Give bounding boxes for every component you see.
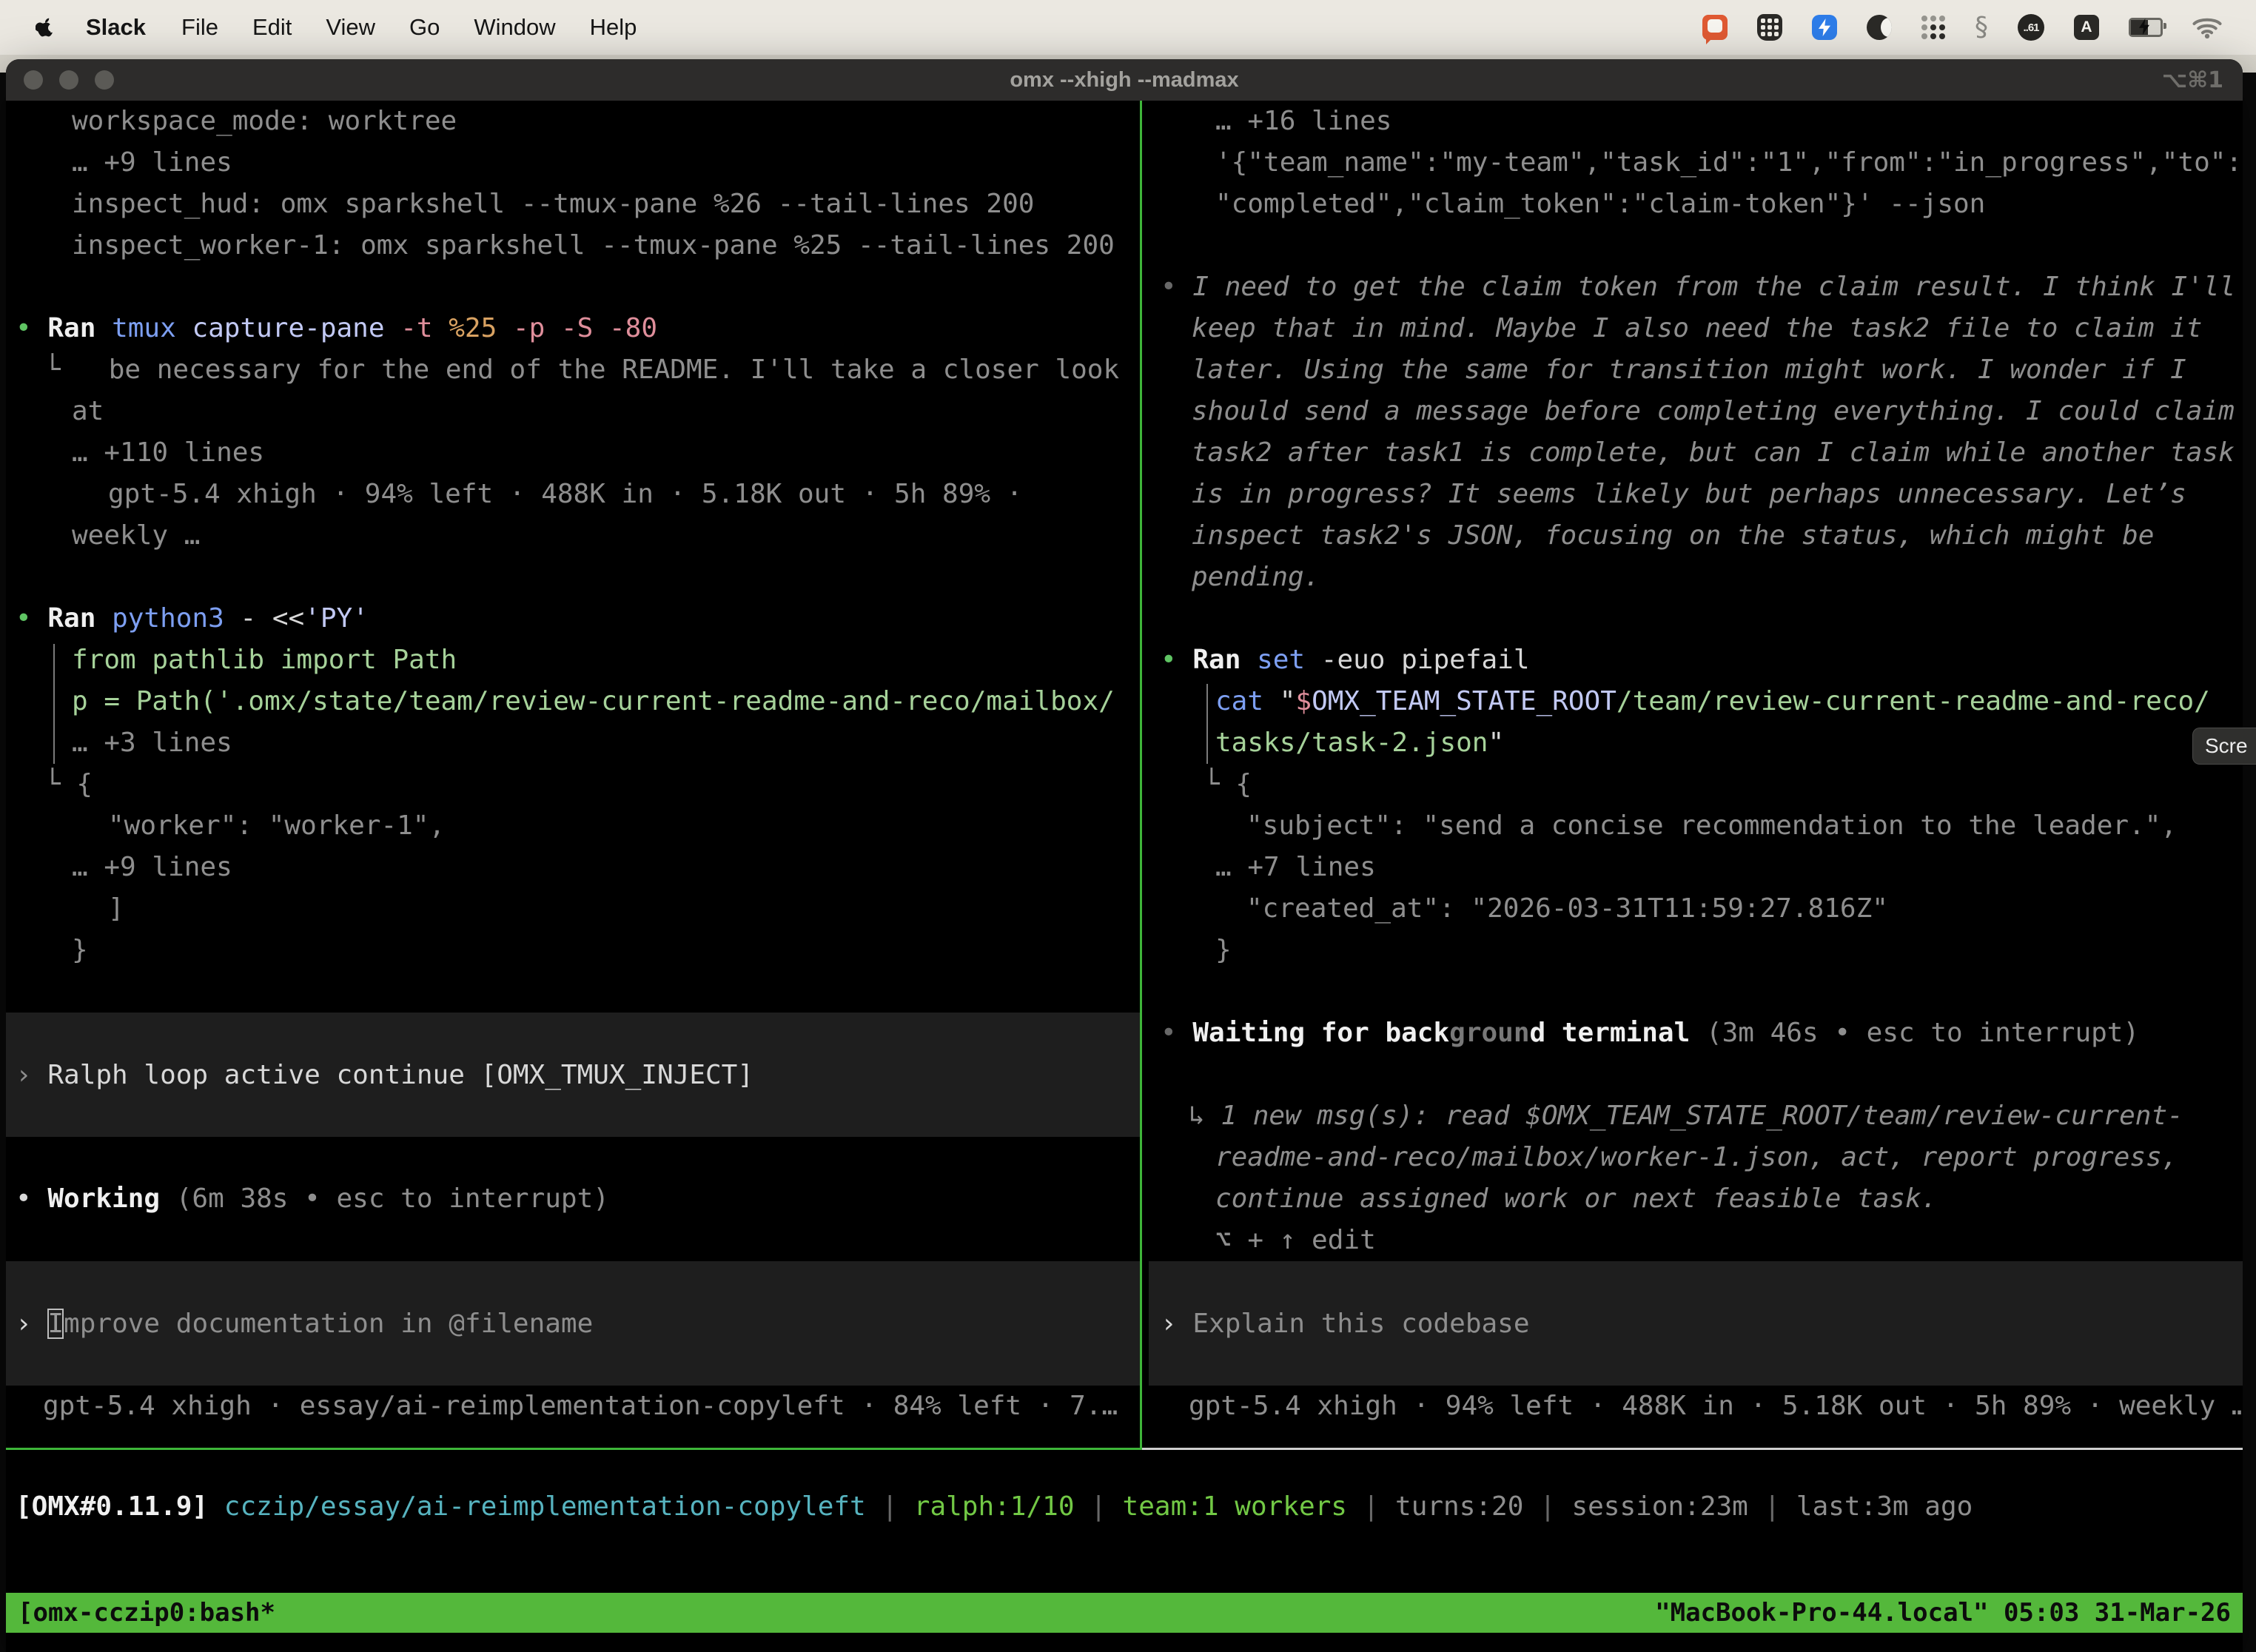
terminal-line: └ { xyxy=(6,764,1140,805)
terminal-line: tasks/task-2.json" xyxy=(1149,722,2243,764)
terminal-line: "worker": "worker-1", xyxy=(6,805,1140,847)
prompt-input-left[interactable]: › Improve documentation in @filename xyxy=(6,1261,1140,1386)
terminal-line xyxy=(6,557,1140,598)
terminal-line xyxy=(6,266,1140,308)
terminal-line: is in progress? It seems likely but perh… xyxy=(1149,474,2243,515)
chat-app-icon[interactable] xyxy=(1702,15,1728,40)
terminal-line: └ be necessary for the end of the README… xyxy=(6,349,1140,391)
wifi-icon[interactable] xyxy=(2192,16,2222,38)
terminal-line xyxy=(1149,598,2243,639)
terminal-line: cat "$OMX_TEAM_STATE_ROOT/team/review-cu… xyxy=(1149,681,2243,722)
waiting-status: • Waiting for background terminal (3m 46… xyxy=(1149,1013,2243,1054)
working-status: • Working (6m 38s • esc to interrupt) xyxy=(6,1178,1140,1220)
percent-badge-icon[interactable]: ..61 xyxy=(2018,14,2044,41)
terminal-line: • I need to get the claim token from the… xyxy=(1149,266,2243,308)
terminal-line xyxy=(6,971,1140,1013)
tmux-host-clock-label: "MacBook-Pro-44.local" 05:03 31-Mar-26 xyxy=(1655,1593,2231,1633)
terminal-line xyxy=(1149,225,2243,266)
terminal-line: gpt-5.4 xhigh · 94% left · 488K in · 5.1… xyxy=(6,474,1140,515)
terminal-line: "subject": "send a concise recommendatio… xyxy=(1149,805,2243,847)
omx-status-line: [OMX#0.11.9] cczip/essay/ai-reimplementa… xyxy=(6,1486,2243,1528)
menu-item-window[interactable]: Window xyxy=(474,14,555,41)
terminal-line: … +110 lines xyxy=(6,432,1140,474)
output-connector-line xyxy=(53,644,55,764)
terminal-line: workspace_mode: worktree xyxy=(6,101,1140,142)
terminal-line: inspect_hud: omx sparkshell --tmux-pane … xyxy=(6,184,1140,225)
omx-session-status: [OMX#0.11.9] cczip/essay/ai-reimplementa… xyxy=(6,1486,2243,1528)
terminal-line xyxy=(1149,971,2243,1013)
terminal-line: task2 after task1 is complete, but can I… xyxy=(1149,432,2243,474)
pane-bottom-border-active xyxy=(6,1448,1140,1450)
bolt-badge-icon[interactable] xyxy=(1812,15,1837,40)
menu-items: File Edit View Go Window Help xyxy=(181,14,637,41)
menu-bar: Slack File Edit View Go Window Help § ..61 A xyxy=(0,0,2256,55)
active-app-name[interactable]: Slack xyxy=(86,14,146,41)
menu-item-help[interactable]: Help xyxy=(590,14,637,41)
menu-item-file[interactable]: File xyxy=(181,14,218,41)
window-title: omx --xhigh --madmax xyxy=(6,68,2243,93)
terminal-line: inspect_worker-1: omx sparkshell --tmux-… xyxy=(6,225,1140,266)
terminal-line: later. Using the same for transition mig… xyxy=(1149,349,2243,391)
terminal-content[interactable]: workspace_mode: worktree… +9 linesinspec… xyxy=(6,101,2243,1652)
terminal-line: } xyxy=(1149,930,2243,971)
terminal-line: "created_at": "2026-03-31T11:59:27.816Z" xyxy=(1149,888,2243,930)
terminal-line: from pathlib import Path xyxy=(6,639,1140,681)
terminal-line xyxy=(1149,1054,2243,1095)
window-shortcut-badge: ⌥⌘1 xyxy=(2162,67,2223,93)
terminal-line: pending. xyxy=(1149,557,2243,598)
model-status-left: gpt-5.4 xhigh · essay/ai-reimplementatio… xyxy=(6,1386,1140,1427)
terminal-line: inspect task2's JSON, focusing on the st… xyxy=(1149,515,2243,557)
menu-item-edit[interactable]: Edit xyxy=(252,14,292,41)
pane-bottom-border-inactive xyxy=(1142,1448,2243,1450)
keypad-shield-icon[interactable] xyxy=(1757,14,1782,41)
terminal-line: ↳ 1 new msg(s): read $OMX_TEAM_STATE_ROO… xyxy=(1149,1095,2243,1137)
input-source-icon[interactable]: A xyxy=(2074,15,2099,40)
terminal-line: continue assigned work or next feasible … xyxy=(1149,1178,2243,1220)
apple-menu-icon[interactable] xyxy=(36,16,55,38)
ralph-loop-banner: › Ralph loop active continue [OMX_TMUX_I… xyxy=(6,1013,1140,1137)
terminal-line: } xyxy=(6,930,1140,971)
terminal-line: … +9 lines xyxy=(6,847,1140,888)
terminal-window: omx --xhigh --madmax ⌥⌘1 workspace_mode:… xyxy=(6,59,2243,1652)
menu-bar-status-icons: § ..61 A xyxy=(1702,14,2222,41)
screen-tooltip: Scre xyxy=(2192,728,2256,765)
dots-grid-icon[interactable] xyxy=(1921,16,1945,39)
terminal-line: p = Path('.omx/state/team/review-current… xyxy=(6,681,1140,722)
moon-circle-icon[interactable] xyxy=(1867,15,1892,40)
tmux-status-bar: [omx-cczip0:bash* "MacBook-Pro-44.local"… xyxy=(6,1593,2243,1633)
tmux-session-label: [omx-cczip0:bash* xyxy=(18,1593,275,1633)
terminal-line: keep that in mind. Maybe I also need the… xyxy=(1149,308,2243,349)
prompt-input-right[interactable]: › Explain this codebase xyxy=(1149,1261,2243,1386)
terminal-line: ] xyxy=(6,888,1140,930)
terminal-line: • Ran python3 - <<'PY' xyxy=(6,598,1140,639)
terminal-line: … +7 lines xyxy=(1149,847,2243,888)
menu-item-view[interactable]: View xyxy=(326,14,375,41)
window-title-bar[interactable]: omx --xhigh --madmax ⌥⌘1 xyxy=(6,59,2243,101)
tmux-pane-left[interactable]: workspace_mode: worktree… +9 linesinspec… xyxy=(6,101,1140,1448)
terminal-line xyxy=(6,1220,1140,1261)
terminal-line: "completed","claim_token":"claim-token"}… xyxy=(1149,184,2243,225)
terminal-line: '{"team_name":"my-team","task_id":"1","f… xyxy=(1149,142,2243,184)
terminal-line: readme-and-reco/mailbox/worker-1.json, a… xyxy=(1149,1137,2243,1178)
terminal-line xyxy=(6,1137,1140,1178)
tmux-pane-right[interactable]: … +16 lines'{"team_name":"my-team","task… xyxy=(1149,101,2243,1448)
terminal-line: weekly … xyxy=(6,515,1140,557)
terminal-line: … +9 lines xyxy=(6,142,1140,184)
menu-item-go[interactable]: Go xyxy=(409,14,440,41)
terminal-line: … +16 lines xyxy=(1149,101,2243,142)
terminal-line: at xyxy=(6,391,1140,432)
section-sign-icon[interactable]: § xyxy=(1975,15,1988,40)
terminal-line: • Ran set -euo pipefail xyxy=(1149,639,2243,681)
model-status-right: gpt-5.4 xhigh · 94% left · 488K in · 5.1… xyxy=(1149,1386,2243,1427)
terminal-line: should send a message before completing … xyxy=(1149,391,2243,432)
battery-charging-icon[interactable] xyxy=(2129,18,2163,37)
terminal-line: └ { xyxy=(1149,764,2243,805)
output-connector-line xyxy=(1206,684,1208,764)
edit-hint: ⌥ + ↑ edit xyxy=(1149,1220,2243,1261)
terminal-line: … +3 lines xyxy=(6,722,1140,764)
pane-divider[interactable] xyxy=(1140,101,1142,1450)
terminal-line: • Ran tmux capture-pane -t %25 -p -S -80 xyxy=(6,308,1140,349)
